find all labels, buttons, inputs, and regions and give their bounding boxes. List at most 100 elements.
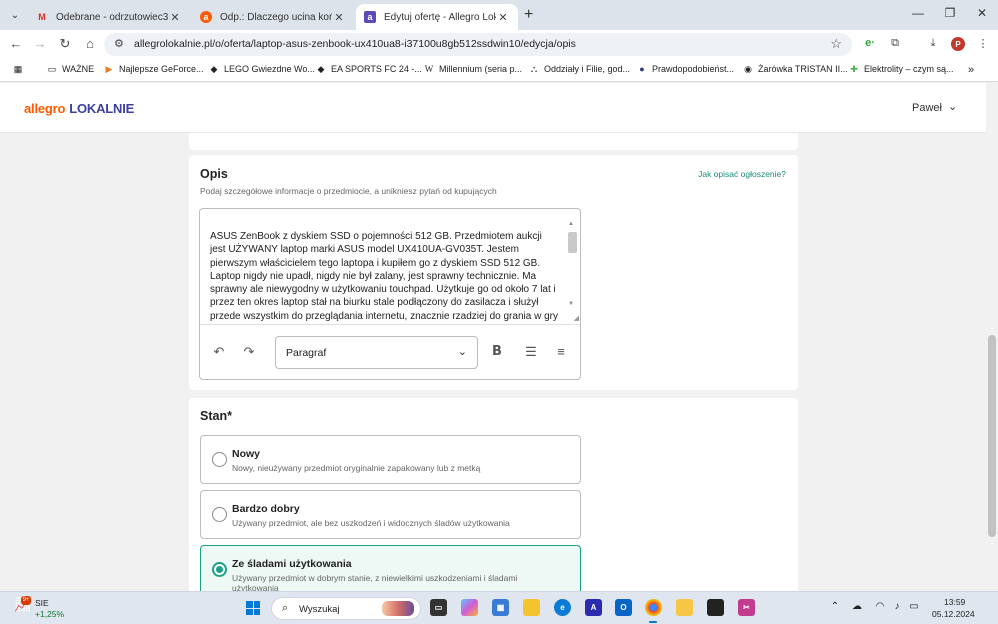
bookmark-millennium[interactable]: W Millennium (seria p... bbox=[423, 64, 522, 74]
condition-section: Stan* Nowy Nowy, nieużywany przedmiot or… bbox=[189, 398, 798, 598]
tab-allegro-forum[interactable]: a Odp.: Dlaczego ucina końcową ✕ bbox=[192, 4, 354, 30]
back-icon[interactable]: ← bbox=[8, 36, 24, 51]
allegro-lokalnie-icon: a bbox=[364, 11, 376, 23]
show-hidden-icons-icon[interactable]: ⌃ bbox=[828, 601, 842, 612]
bookmark-zarowka[interactable]: ◉ Żarówka TRISTAN II... bbox=[742, 64, 848, 74]
allegro-lokalnie-logo[interactable]: allegro LOKALNIE bbox=[24, 101, 134, 116]
how-to-describe-link[interactable]: Jak opisać ogłoszenie? bbox=[698, 169, 786, 179]
bookmark-oddzialy[interactable]: ⛬ Oddziały i Filie, god... bbox=[528, 64, 630, 74]
task-view-icon[interactable]: ▭ bbox=[430, 599, 447, 616]
editor-scrollbar[interactable] bbox=[568, 232, 577, 253]
apps-grid-icon[interactable]: ▦ bbox=[12, 64, 28, 74]
taskbar-search[interactable]: ⌕ Wyszukaj bbox=[271, 597, 421, 620]
volume-icon[interactable]: ♪ bbox=[890, 601, 904, 612]
page-scrollbar-thumb[interactable] bbox=[988, 335, 996, 537]
forward-icon[interactable]: → bbox=[32, 36, 48, 51]
folder-icon: ▭ bbox=[47, 64, 57, 74]
description-section: Opis Podaj szczegółowe informacje o prze… bbox=[189, 155, 798, 390]
edge-icon[interactable]: e bbox=[554, 599, 571, 616]
redo-icon[interactable]: ↷ bbox=[240, 344, 258, 360]
notes-app-icon[interactable] bbox=[707, 599, 724, 616]
lego-icon: ◆ bbox=[210, 64, 218, 74]
browser-toolbar: ← → ↻ ⌂ ⚙ allegrolokalnie.pl/o/oferta/la… bbox=[0, 30, 998, 58]
start-menu-icon[interactable] bbox=[246, 601, 260, 615]
tab-strip: ⌄ M Odebrane - odrzutowiec365@g ✕ a Odp.… bbox=[0, 0, 998, 30]
tab-gmail[interactable]: M Odebrane - odrzutowiec365@g ✕ bbox=[28, 4, 190, 30]
bookmark-star-icon[interactable]: ☆ bbox=[830, 36, 842, 52]
bookmark-ea-sports[interactable]: ◆ EA SPORTS FC 24 -... bbox=[315, 64, 422, 74]
close-window-icon[interactable]: ✕ bbox=[974, 6, 990, 20]
previous-section-card bbox=[189, 133, 798, 150]
page-scrollbar[interactable] bbox=[986, 83, 998, 591]
sticky-notes-icon[interactable] bbox=[676, 599, 693, 616]
file-explorer-icon[interactable] bbox=[523, 599, 540, 616]
bookmarks-bar: ▦ ▭ WAŻNE ▶ Najlepsze GeForce... ◆ LEGO Gwi… bbox=[0, 58, 998, 82]
chevron-down-icon[interactable]: ⌄ bbox=[948, 100, 957, 113]
wifi-icon[interactable]: ◠ bbox=[873, 601, 887, 612]
option-description: Używany przedmiot, ale bez uszkodzeń i w… bbox=[232, 518, 510, 528]
resize-handle-icon[interactable]: ◢ bbox=[574, 314, 579, 322]
bold-icon[interactable]: B bbox=[488, 344, 506, 359]
download-icon[interactable]: ⤓ bbox=[925, 37, 941, 50]
address-bar[interactable]: ⚙ allegrolokalnie.pl/o/oferta/laptop-asu… bbox=[104, 33, 852, 56]
user-name[interactable]: Paweł bbox=[912, 102, 942, 114]
bookmark-geforce[interactable]: ▶ Najlepsze GeForce... bbox=[103, 64, 204, 74]
clock-date[interactable]: 05.12.2024 bbox=[932, 609, 975, 619]
tab-search-dropdown-icon[interactable]: ⌄ bbox=[6, 6, 24, 24]
radio-button[interactable] bbox=[212, 507, 227, 522]
description-textarea[interactable]: ASUS ZenBook z dyskiem SSD o pojemności … bbox=[210, 230, 560, 323]
clock-time[interactable]: 13:59 bbox=[944, 597, 965, 607]
reload-icon[interactable]: ↻ bbox=[57, 36, 73, 52]
close-tab-icon[interactable]: ✕ bbox=[332, 11, 346, 24]
home-icon[interactable]: ⌂ bbox=[82, 36, 98, 51]
search-icon: ⌕ bbox=[282, 602, 289, 614]
minimize-icon[interactable]: — bbox=[910, 6, 926, 20]
profile-avatar[interactable]: P bbox=[951, 37, 965, 51]
widget-label[interactable]: SIE bbox=[35, 598, 49, 608]
windows-taskbar: 📈 9+ SIE +1,25% ⌕ Wyszukaj ▭ ▦ e A O ✂ ⌃… bbox=[0, 591, 998, 624]
outlook-icon[interactable]: O bbox=[615, 599, 632, 616]
more-bookmarks-icon[interactable]: » bbox=[968, 64, 974, 76]
undo-icon[interactable]: ↶ bbox=[210, 344, 228, 360]
scroll-down-icon[interactable]: ▼ bbox=[568, 301, 574, 307]
new-tab-icon[interactable]: + bbox=[524, 6, 533, 24]
radio-button-selected[interactable] bbox=[212, 562, 227, 577]
close-tab-icon[interactable]: ✕ bbox=[168, 11, 182, 24]
bullet-list-icon[interactable]: ☰ bbox=[522, 344, 540, 360]
store-icon[interactable]: ▦ bbox=[492, 599, 509, 616]
option-title: Nowy bbox=[232, 448, 261, 460]
close-tab-icon[interactable]: ✕ bbox=[496, 11, 510, 24]
condition-option-new[interactable]: Nowy Nowy, nieużywany przedmiot oryginal… bbox=[200, 435, 581, 484]
option-title: Ze śladami użytkowania bbox=[232, 558, 352, 570]
bookmark-elektrolity[interactable]: ✚ Elektrolity – czym są... bbox=[848, 64, 953, 74]
snipping-tool-icon[interactable]: ✂ bbox=[738, 599, 755, 616]
restore-icon[interactable]: ❐ bbox=[942, 6, 958, 20]
menu-dots-icon[interactable]: ⋮ bbox=[975, 37, 991, 50]
tab-title: Odp.: Dlaczego ucina końcową bbox=[220, 11, 332, 23]
extension-e-icon[interactable]: e· bbox=[862, 37, 878, 49]
active-app-indicator bbox=[649, 621, 657, 623]
bookmark-wazne[interactable]: ▭ WAŻNE bbox=[46, 64, 94, 74]
medical-cross-icon: ✚ bbox=[850, 64, 858, 74]
battery-icon[interactable]: ▭ bbox=[907, 601, 921, 612]
extensions-puzzle-icon[interactable]: ⧉ bbox=[887, 37, 903, 50]
option-description: Używany przedmiot w dobrym stanie, z nie… bbox=[232, 573, 518, 593]
copilot-icon[interactable] bbox=[461, 599, 478, 616]
radio-button[interactable] bbox=[212, 452, 227, 467]
cloud-offline-icon[interactable]: ☁ bbox=[850, 601, 864, 612]
site-info-icon[interactable]: ⚙ bbox=[114, 37, 124, 50]
allegro-orange-icon: a bbox=[200, 11, 212, 23]
notification-badge: 9+ bbox=[21, 596, 31, 605]
chrome-icon[interactable] bbox=[645, 599, 662, 616]
description-editor: ASUS ZenBook z dyskiem SSD o pojemności … bbox=[199, 208, 581, 380]
bookmark-prawdopodobienstwo[interactable]: ● Prawdopodobieńst... bbox=[636, 64, 734, 74]
paragraph-style-select[interactable]: Paragraf ⌄ bbox=[275, 336, 478, 369]
section-subtitle: Podaj szczegółowe informacje o przedmioc… bbox=[200, 186, 497, 196]
condition-option-very-good[interactable]: Bardzo dobry Używany przedmiot, ale bez … bbox=[200, 490, 581, 539]
ai-app-icon[interactable]: A bbox=[585, 599, 602, 616]
numbered-list-icon[interactable]: ≡ bbox=[552, 344, 570, 359]
tab-edit-offer[interactable]: a Edytuj ofertę - Allegro Lokalnie ✕ bbox=[356, 4, 518, 30]
scroll-up-icon[interactable]: ▲ bbox=[568, 221, 574, 227]
editor-divider bbox=[200, 324, 580, 325]
bookmark-lego[interactable]: ◆ LEGO Gwiezdne Wo... bbox=[208, 64, 315, 74]
